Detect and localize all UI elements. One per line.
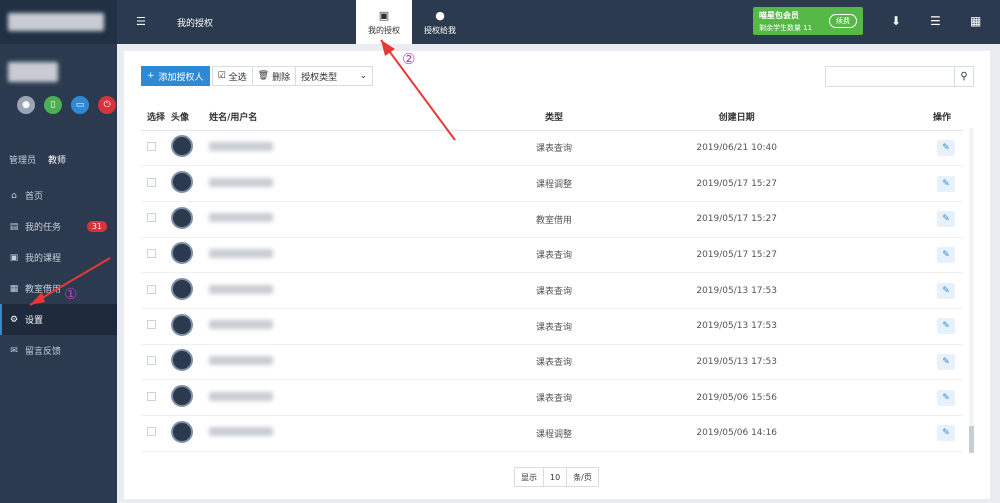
- annotation-arrows: [29, 39, 456, 306]
- annotation-1: ①: [64, 285, 78, 303]
- arrow-head-settings: [30, 292, 45, 305]
- arrow-head-tab: [381, 40, 395, 56]
- arrow-to-tab: [380, 39, 456, 141]
- annotation-2: ②: [402, 50, 416, 68]
